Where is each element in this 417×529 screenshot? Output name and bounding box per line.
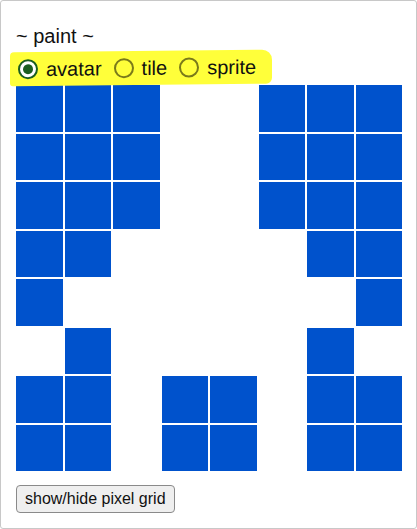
pixel-cell[interactable] — [259, 279, 306, 326]
pixel-cell[interactable] — [210, 279, 257, 326]
pixel-cell[interactable] — [307, 425, 354, 472]
pixel-cell[interactable] — [210, 376, 257, 423]
pixel-cell[interactable] — [259, 376, 306, 423]
pixel-cell[interactable] — [210, 328, 257, 375]
mode-radio[interactable]: sprite — [179, 55, 256, 80]
mode-radio-group: avatar tile sprite — [10, 50, 272, 87]
pixel-cell[interactable] — [210, 425, 257, 472]
panel-title: ~ paint ~ — [16, 23, 416, 49]
pixel-cell[interactable] — [307, 231, 354, 278]
pixel-cell[interactable] — [16, 328, 63, 375]
pixel-cell[interactable] — [16, 279, 63, 326]
pixel-cell[interactable] — [16, 85, 63, 132]
pixel-cell[interactable] — [162, 425, 209, 472]
pixel-cell[interactable] — [16, 425, 63, 472]
pixel-cell[interactable] — [16, 134, 63, 181]
pixel-cell[interactable] — [259, 328, 306, 375]
pixel-cell[interactable] — [162, 182, 209, 229]
radio-circle[interactable] — [18, 59, 38, 79]
pixel-cell[interactable] — [210, 231, 257, 278]
pixel-cell[interactable] — [356, 376, 403, 423]
pixel-cell[interactable] — [113, 328, 160, 375]
pixel-cell[interactable] — [162, 85, 209, 132]
pixel-cell[interactable] — [113, 134, 160, 181]
pixel-cell[interactable] — [307, 279, 354, 326]
pixel-cell[interactable] — [113, 85, 160, 132]
pixel-cell[interactable] — [65, 425, 112, 472]
pixel-cell[interactable] — [65, 328, 112, 375]
pixel-cell[interactable] — [356, 134, 403, 181]
mode-radio[interactable]: avatar — [18, 56, 102, 81]
radio-circle[interactable] — [179, 57, 199, 77]
pixel-cell[interactable] — [65, 376, 112, 423]
pixel-cell[interactable] — [113, 279, 160, 326]
pixel-cell[interactable] — [113, 425, 160, 472]
pixel-cell[interactable] — [210, 182, 257, 229]
pixel-cell[interactable] — [259, 85, 306, 132]
mode-label[interactable]: avatar — [46, 56, 102, 81]
pixel-cell[interactable] — [65, 231, 112, 278]
pixel-cell[interactable] — [210, 85, 257, 132]
pixel-cell[interactable] — [356, 279, 403, 326]
pixel-cell[interactable] — [307, 328, 354, 375]
radio-circle[interactable] — [114, 58, 134, 78]
pixel-cell[interactable] — [162, 279, 209, 326]
pixel-cell[interactable] — [259, 134, 306, 181]
pixel-cell[interactable] — [210, 134, 257, 181]
pixel-cell[interactable] — [65, 279, 112, 326]
pixel-cell[interactable] — [356, 328, 403, 375]
pixel-cell[interactable] — [162, 328, 209, 375]
pixel-cell[interactable] — [65, 134, 112, 181]
pixel-cell[interactable] — [16, 376, 63, 423]
mode-label[interactable]: tile — [142, 56, 168, 80]
pixel-cell[interactable] — [65, 182, 112, 229]
pixel-cell[interactable] — [162, 376, 209, 423]
toggle-grid-button[interactable]: show/hide pixel grid — [16, 485, 175, 513]
pixel-cell[interactable] — [307, 134, 354, 181]
pixel-cell[interactable] — [259, 425, 306, 472]
pixel-cell[interactable] — [16, 231, 63, 278]
pixel-cell[interactable] — [356, 85, 403, 132]
pixel-cell[interactable] — [113, 182, 160, 229]
paint-panel: ~ paint ~ avatar tile sprite show/hide pix… — [0, 0, 417, 529]
pixel-cell[interactable] — [307, 376, 354, 423]
pixel-cell[interactable] — [113, 376, 160, 423]
pixel-cell[interactable] — [307, 85, 354, 132]
pixel-cell[interactable] — [16, 182, 63, 229]
pixel-cell[interactable] — [356, 182, 403, 229]
pixel-canvas[interactable] — [16, 85, 402, 471]
pixel-cell[interactable] — [259, 182, 306, 229]
pixel-cell[interactable] — [307, 182, 354, 229]
pixel-cell[interactable] — [356, 425, 403, 472]
pixel-cell[interactable] — [113, 231, 160, 278]
pixel-cell[interactable] — [162, 231, 209, 278]
mode-radio[interactable]: tile — [114, 56, 168, 81]
pixel-cell[interactable] — [65, 85, 112, 132]
pixel-cell[interactable] — [356, 231, 403, 278]
pixel-cell[interactable] — [162, 134, 209, 181]
mode-label[interactable]: sprite — [207, 55, 256, 80]
pixel-cell[interactable] — [259, 231, 306, 278]
